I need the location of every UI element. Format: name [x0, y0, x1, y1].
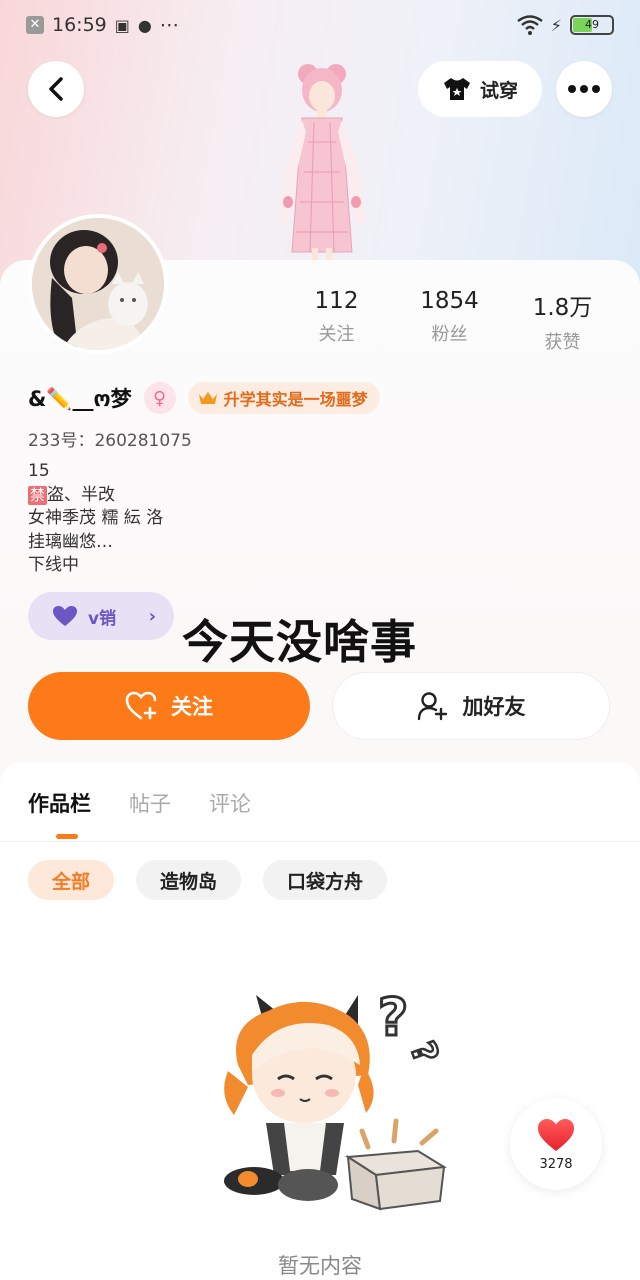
like-count: 3278 — [539, 1156, 573, 1172]
chip-pocket-ark[interactable]: 口袋方舟 — [263, 860, 388, 900]
tab-works[interactable]: 作品栏 — [28, 788, 91, 818]
bio: 15 禁盗、半改 女神季茂 糯 紜 洛 挂璃幽悠… 下线中 — [28, 460, 163, 578]
chip-all[interactable]: 全部 — [28, 860, 115, 900]
stat-followers[interactable]: 1854 粉丝 — [393, 288, 506, 354]
svg-text:?: ? — [378, 988, 408, 1048]
avatar-photo — [32, 218, 164, 350]
tabs-divider — [0, 841, 640, 842]
virtual-avatar-figure[interactable] — [262, 52, 382, 262]
female-gender-icon: ♀ — [143, 382, 176, 414]
chip-creation-island[interactable]: 造物岛 — [136, 860, 242, 900]
title-badge[interactable]: 升学其实是一场噩梦 — [187, 382, 380, 414]
status-bar: ✕ 16:59 ▣ ● ⋯ ⚡ 49 — [0, 0, 640, 50]
filter-chips: 全部 造物岛 口袋方舟 — [28, 860, 388, 900]
stat-value: 112 — [314, 288, 359, 314]
user-id: 233号：260281075 — [28, 431, 192, 451]
like-button[interactable]: 3278 — [510, 1098, 602, 1190]
planet-icon: ● — [137, 15, 152, 35]
ban-tag: 禁 — [28, 485, 48, 505]
name-row: &✏️__ო梦 ♀ 升学其实是一场噩梦 — [28, 380, 380, 416]
heart-icon — [53, 606, 77, 626]
svg-text:?: ? — [402, 1036, 446, 1068]
empty-state-text: 暂无内容 — [278, 1254, 362, 1278]
charging-icon: ⚡ — [550, 15, 562, 35]
battery-level: 49 — [585, 18, 599, 31]
stat-label: 获赞 — [544, 332, 581, 353]
notification-x-icon: ✕ — [26, 16, 44, 34]
chevron-left-icon — [49, 77, 63, 101]
stat-value: 1.8万 — [532, 295, 593, 321]
bio-line: 15 — [28, 461, 50, 481]
v-tag-label: v销 — [88, 608, 117, 629]
tab-posts[interactable]: 帖子 — [129, 788, 171, 818]
heart-plus-icon — [125, 691, 157, 720]
bio-line-text: 盗、半改 — [47, 484, 116, 505]
stat-value: 1854 — [420, 288, 479, 314]
stat-following[interactable]: 112 关注 — [280, 288, 393, 354]
battery-icon: 49 — [570, 15, 614, 35]
chevron-right-icon: › — [148, 605, 156, 627]
app-notification-icon: ▣ — [114, 15, 130, 35]
username: &✏️__ო梦 — [28, 387, 132, 411]
video-caption-overlay: 今天没啥事 — [182, 615, 417, 669]
wifi-icon — [517, 15, 543, 35]
add-friend-label: 加好友 — [462, 695, 526, 719]
tshirt-icon — [443, 78, 470, 100]
stat-label: 关注 — [318, 324, 355, 345]
empty-state-illustration: ? ? — [224, 987, 447, 1211]
add-user-icon — [417, 692, 447, 721]
stat-label: 粉丝 — [431, 324, 468, 345]
title-badge-label: 升学其实是一场噩梦 — [223, 390, 368, 409]
try-on-label: 试穿 — [479, 79, 518, 102]
bio-line: 挂璃幽悠… — [28, 531, 113, 552]
profile-avatar[interactable] — [28, 214, 168, 354]
more-options-button[interactable] — [556, 61, 612, 117]
active-tab-indicator — [56, 834, 78, 839]
heart-icon — [538, 1118, 574, 1151]
bio-line: 女神季茂 糯 紜 洛 — [28, 508, 164, 528]
profile-stats: 112 关注 1854 粉丝 1.8万 获赞 — [280, 288, 620, 354]
follow-button[interactable]: 关注 — [28, 672, 310, 740]
back-button[interactable] — [28, 61, 84, 117]
crown-icon — [198, 392, 217, 404]
status-time: 16:59 — [52, 14, 107, 36]
try-on-button[interactable]: 试穿 — [418, 61, 542, 117]
more-notifications-icon: ⋯ — [159, 14, 179, 36]
tab-comments[interactable]: 评论 — [209, 788, 251, 818]
bio-line: 禁盗、半改 — [28, 484, 163, 508]
v-tag-button[interactable]: v销 › — [28, 592, 174, 640]
add-friend-button[interactable]: 加好友 — [332, 672, 610, 740]
content-tabs: 作品栏 帖子 评论 — [28, 788, 251, 818]
follow-label: 关注 — [171, 695, 213, 719]
bio-line: 下线中 — [28, 555, 79, 575]
more-dots-icon — [568, 85, 600, 93]
stat-likes[interactable]: 1.8万 获赞 — [506, 288, 619, 354]
